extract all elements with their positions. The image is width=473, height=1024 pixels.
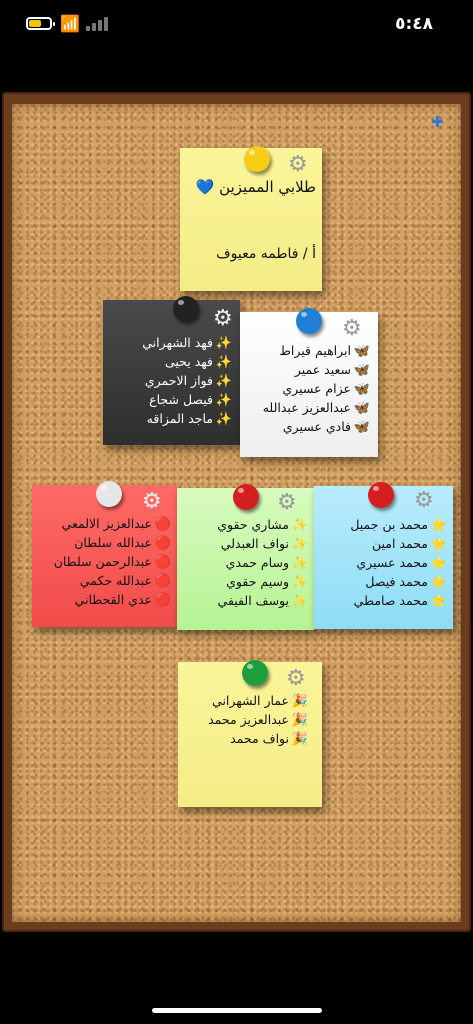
plus-icon[interactable]: ✚ xyxy=(431,113,444,131)
list-item: 🔴عبدالله سلطان xyxy=(74,535,171,551)
list-item: ⭐محمد امين xyxy=(372,536,447,552)
list-item: 🎉نواف محمد xyxy=(230,731,308,747)
star-icon: ⭐ xyxy=(430,575,447,590)
sparkles-icon: ✨ xyxy=(291,518,308,533)
title-note[interactable]: ⚙ طلابي المميزين 💙 أ / فاطمه معيوف xyxy=(180,146,322,291)
list-item: 🦋عبدالعزيز عبدالله xyxy=(262,400,370,416)
teacher-name: أ / فاطمه معيوف xyxy=(216,246,316,262)
star-icon: ⭐ xyxy=(430,556,447,571)
pushpin-icon xyxy=(233,484,259,510)
list-item: 🔴عبدالرحمن سلطان xyxy=(53,554,171,570)
list-item: ✨فواز الاحمري xyxy=(144,373,232,389)
list-item: 🦋سعيد عمير xyxy=(294,362,370,378)
sparkles-icon: ✨ xyxy=(215,393,232,408)
butterfly-icon: 🦋 xyxy=(353,401,370,416)
list-item: ⭐محمد بن جميل xyxy=(350,517,447,533)
home-indicator[interactable] xyxy=(152,1008,322,1013)
cellular-signal-icon xyxy=(86,17,108,31)
butterfly-icon: 🦋 xyxy=(353,382,370,397)
red-circle-icon: 🔴 xyxy=(154,574,171,589)
list-item: 🎉عمار الشهراني xyxy=(212,693,308,709)
party-popper-icon: 🎉 xyxy=(291,694,308,709)
list-item: ✨مشاري حقوي xyxy=(217,517,308,533)
pushpin-icon xyxy=(96,481,122,507)
status-time: ٥:٤٨ xyxy=(395,14,433,34)
sparkles-icon: ✨ xyxy=(291,537,308,552)
star-icon: ⭐ xyxy=(430,594,447,609)
gear-icon[interactable]: ⚙ xyxy=(414,490,434,512)
star-icon: ⭐ xyxy=(430,518,447,533)
pushpin-icon xyxy=(368,482,394,508)
green-names-note[interactable]: ⚙ ✨مشاري حقوي ✨نواف العبدلي ✨وسام حمدي ✨… xyxy=(177,484,314,630)
red-circle-icon: 🔴 xyxy=(154,536,171,551)
pushpin-icon xyxy=(173,296,199,322)
gear-icon[interactable]: ⚙ xyxy=(342,318,362,340)
pushpin-icon xyxy=(242,660,268,686)
gear-icon[interactable]: ⚙ xyxy=(277,492,297,514)
note-title: طلابي المميزين 💙 xyxy=(195,178,316,196)
pushpin-icon xyxy=(244,146,270,172)
list-item: ✨وسام حمدي xyxy=(225,555,308,571)
butterfly-icon: 🦋 xyxy=(353,344,370,359)
list-item: 🔴عبدالله حكمي xyxy=(79,573,171,589)
list-item: 🔴عبدالعزيز الالمعي xyxy=(61,516,171,532)
sparkles-icon: ✨ xyxy=(215,355,232,370)
wifi-icon: 📶 xyxy=(60,14,80,33)
gear-icon[interactable]: ⚙ xyxy=(286,668,306,690)
red-circle-icon: 🔴 xyxy=(154,593,171,608)
party-popper-icon: 🎉 xyxy=(291,713,308,728)
sparkles-icon: ✨ xyxy=(215,336,232,351)
bottom-names-note[interactable]: ⚙ 🎉عمار الشهراني 🎉عبدالعزيز محمد 🎉نواف م… xyxy=(178,660,322,807)
list-item: ✨فهد يحيى xyxy=(164,354,232,370)
gear-icon[interactable]: ⚙ xyxy=(213,308,233,330)
list-item: ⭐محمد عسيري xyxy=(356,555,447,571)
red-circle-icon: 🔴 xyxy=(154,555,171,570)
battery-icon xyxy=(26,17,55,30)
red-names-note[interactable]: ⚙ 🔴عبدالعزيز الالمعي 🔴عبدالله سلطان 🔴عبد… xyxy=(32,481,177,627)
sparkles-icon: ✨ xyxy=(215,412,232,427)
list-item: ✨فهد الشهراني xyxy=(142,335,232,351)
butterfly-icon: 🦋 xyxy=(353,420,370,435)
list-item: 🦋فادي عسيري xyxy=(282,419,370,435)
list-item: ⭐محمد صامطي xyxy=(353,593,447,609)
star-icon: ⭐ xyxy=(430,537,447,552)
status-bar: 📶 ٥:٤٨ xyxy=(0,0,473,50)
party-popper-icon: 🎉 xyxy=(291,732,308,747)
gear-icon[interactable]: ⚙ xyxy=(288,154,308,176)
list-item: ⭐محمد فيصل xyxy=(365,574,447,590)
blue-names-note[interactable]: ⚙ ⭐محمد بن جميل ⭐محمد امين ⭐محمد عسيري ⭐… xyxy=(314,482,453,629)
list-item: ✨يوسف الفيفي xyxy=(217,593,308,609)
list-item: 🔴عدي القحطاني xyxy=(74,592,171,608)
list-item: ✨فيصل شجاع xyxy=(149,392,232,408)
gear-icon[interactable]: ⚙ xyxy=(142,491,162,513)
list-item: ✨وسيم حقوي xyxy=(226,574,308,590)
red-circle-icon: 🔴 xyxy=(154,517,171,532)
list-item: 🦋ابراهيم قيراط xyxy=(279,343,370,359)
sparkles-icon: ✨ xyxy=(291,575,308,590)
white-names-note[interactable]: ⚙ 🦋ابراهيم قيراط 🦋سعيد عمير 🦋عزام عسيري … xyxy=(240,308,378,457)
list-item: 🦋عزام عسيري xyxy=(282,381,370,397)
black-names-note[interactable]: ⚙ ✨فهد الشهراني ✨فهد يحيى ✨فواز الاحمري … xyxy=(103,296,240,445)
sparkles-icon: ✨ xyxy=(215,374,232,389)
list-item: ✨نواف العبدلي xyxy=(220,536,308,552)
sparkles-icon: ✨ xyxy=(291,556,308,571)
butterfly-icon: 🦋 xyxy=(353,363,370,378)
sparkles-icon: ✨ xyxy=(291,594,308,609)
list-item: 🎉عبدالعزيز محمد xyxy=(208,712,308,728)
pushpin-icon xyxy=(296,308,322,334)
list-item: ✨ماجد المزاقه xyxy=(146,411,232,427)
